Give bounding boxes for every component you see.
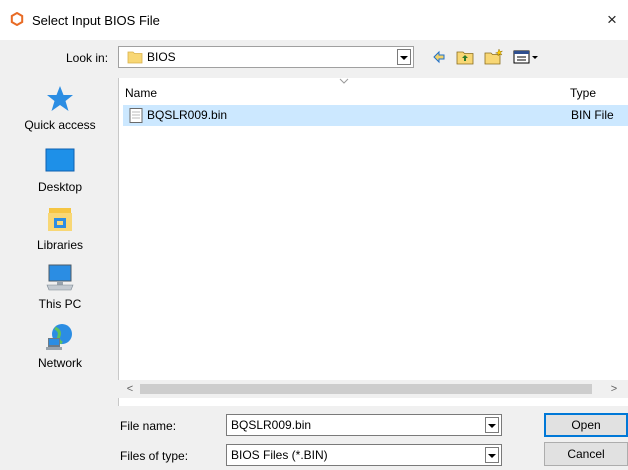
back-arrow-icon[interactable] xyxy=(432,48,446,66)
place-desktop[interactable]: Desktop xyxy=(10,146,110,204)
filename-dropdown-arrow[interactable] xyxy=(485,417,499,433)
place-network[interactable]: Network xyxy=(10,322,110,380)
filetype-dropdown-arrow[interactable] xyxy=(485,447,499,463)
lookin-label: Look in: xyxy=(66,51,109,65)
libraries-icon xyxy=(48,208,72,231)
place-label: Libraries xyxy=(36,238,84,252)
scroll-right-icon[interactable]: > xyxy=(608,383,620,395)
network-icon xyxy=(46,324,72,350)
desktop-icon xyxy=(45,148,75,172)
lookin-value: BIOS xyxy=(147,50,176,64)
place-this-pc[interactable]: This PC xyxy=(10,263,110,321)
scroll-thumb[interactable] xyxy=(140,384,592,394)
filename-input[interactable]: BQSLR009.bin xyxy=(226,414,502,436)
scroll-left-icon[interactable]: < xyxy=(124,383,136,395)
place-label: Quick access xyxy=(24,118,96,132)
cancel-button[interactable]: Cancel xyxy=(544,442,628,466)
filename-label: File name: xyxy=(120,419,177,433)
places-bar: Quick access Desktop Libraries This PC N… xyxy=(10,80,110,400)
place-label: This PC xyxy=(38,297,82,311)
new-folder-icon[interactable] xyxy=(484,48,504,66)
file-row[interactable]: BQSLR009.bin BIN File xyxy=(123,105,628,126)
filetype-label: Files of type: xyxy=(120,449,189,463)
close-button[interactable]: × xyxy=(598,6,626,34)
file-type: BIN File xyxy=(571,108,614,122)
window-title: Select Input BIOS File xyxy=(32,13,160,28)
view-menu-icon[interactable] xyxy=(513,48,541,66)
filename-value: BQSLR009.bin xyxy=(231,418,312,432)
folder-icon xyxy=(127,51,143,64)
column-header-type[interactable]: Type xyxy=(570,86,596,100)
place-label: Desktop xyxy=(37,180,83,194)
app-ring-icon xyxy=(10,12,24,26)
place-quick-access[interactable]: Quick access xyxy=(10,84,110,142)
horizontal-scrollbar[interactable]: < > xyxy=(118,380,628,398)
bin-file-icon xyxy=(129,108,143,123)
place-libraries[interactable]: Libraries xyxy=(10,204,110,262)
place-label: Network xyxy=(37,356,82,370)
lookin-combo[interactable]: BIOS xyxy=(118,46,414,68)
computer-icon xyxy=(46,264,74,291)
file-name: BQSLR009.bin xyxy=(147,108,228,122)
filetype-select[interactable]: BIOS Files (*.BIN) xyxy=(226,444,502,466)
star-icon xyxy=(47,86,73,111)
lookin-dropdown-arrow[interactable] xyxy=(397,49,411,65)
open-button[interactable]: Open xyxy=(544,413,628,437)
column-header-name[interactable]: Name xyxy=(125,86,157,100)
filetype-value: BIOS Files (*.BIN) xyxy=(231,448,328,462)
sort-caret-icon xyxy=(339,78,349,84)
up-folder-icon[interactable] xyxy=(456,48,474,66)
file-list[interactable]: Name Type BQSLR009.bin BIN File xyxy=(118,78,628,406)
